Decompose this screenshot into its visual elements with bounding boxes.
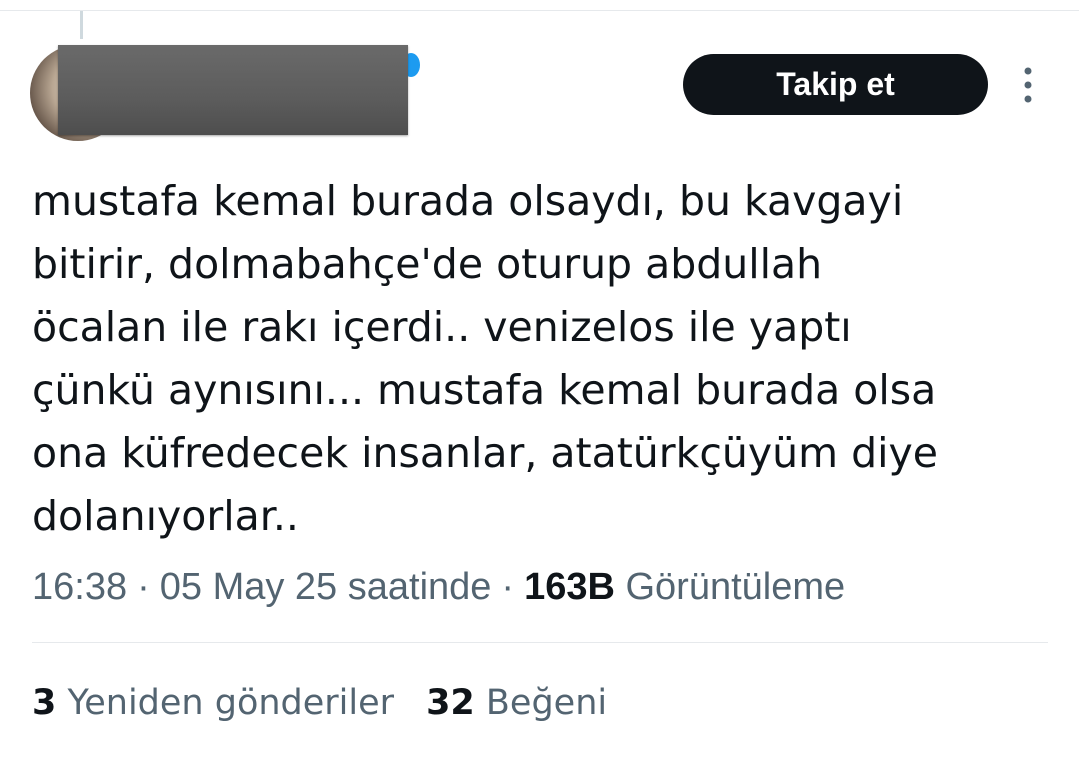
tweet-text-line: bitirir, dolmabahçe'de oturup abdullah [32,240,823,288]
reposts-count: 3 [32,683,57,723]
views-label[interactable]: Görüntüleme [625,566,845,608]
tweet-text-line: çünkü aynısını... mustafa kemal burada o… [32,366,937,414]
reposts-stat[interactable]: 3 Yeniden gönderiler [32,677,394,729]
reposts-label: Yeniden gönderiler [67,683,395,723]
redacted-author-name [58,45,408,135]
thread-connector-line [80,11,83,39]
tweet-text-line: dolanıyorlar.. [32,492,299,540]
tweet-text-line: ona küfredecek insanlar, atatürkçüyüm di… [32,429,939,477]
tweet-time[interactable]: 16:38 [32,566,127,608]
likes-label: Beğeni [485,683,608,723]
tweet-metadata: 16:38 · 05 May 25 saatinde · 163B Görüntülem… [32,562,845,612]
tweet-text-line: öcalan ile rakı içerdi.. venizelos ile y… [32,303,852,351]
follow-button[interactable]: Takip et [683,54,988,115]
likes-stat[interactable]: 32 Beğeni [426,677,607,729]
more-options-icon[interactable] [1016,66,1040,104]
meta-separator: · [137,566,150,608]
tweet-date[interactable]: 05 May 25 saatinde [160,566,492,608]
likes-count: 32 [426,683,475,723]
views-count[interactable]: 163B [524,566,615,608]
engagement-stats: 3 Yeniden gönderiler 32 Beğeni [32,677,607,729]
tweet-text: mustafa kemal burada olsaydı, bu kavgayi… [32,170,1042,548]
meta-separator: · [501,566,515,608]
stats-divider [32,642,1048,643]
tweet-text-line: mustafa kemal burada olsaydı, bu kavgayi [32,177,904,225]
tweet-detail-page: Takip et mustafa kemal burada olsaydı, b… [0,0,1079,772]
top-divider [0,10,1079,11]
